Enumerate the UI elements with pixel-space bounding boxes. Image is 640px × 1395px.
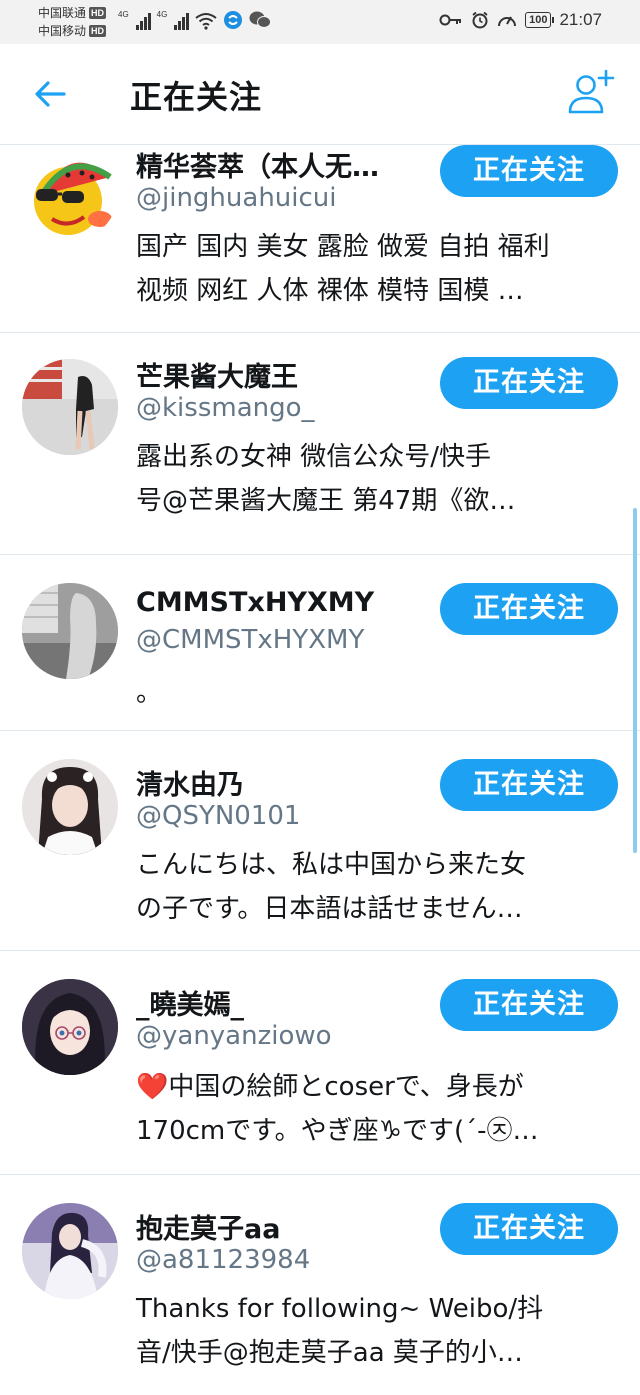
network-type-2: 4G [156, 10, 168, 19]
bio-line: の子です。日本語は話せません… [136, 894, 523, 924]
following-button[interactable]: 正在关注 [440, 357, 618, 409]
battery-icon: 100 [525, 12, 555, 28]
carrier-info: 中国联通 HD 中国移动 HD [38, 4, 107, 40]
network-type-1: 4G [118, 10, 129, 19]
user-list-item[interactable]: 精华荟萃（本人无… @jinghuahuicui 国产 国内 美女 露脸 做爱 … [0, 145, 640, 333]
top-app-bar: 正在关注 [0, 44, 640, 145]
watermelon-emoji-avatar [34, 162, 112, 235]
user-name[interactable]: _曉美嫣_ [136, 983, 244, 1022]
avatar[interactable] [22, 359, 118, 455]
user-bio: 露出系の女神 微信公众号/快手 号@芒果酱大魔王 第47期《欲… [136, 435, 616, 523]
following-list: 精华荟萃（本人无… @jinghuahuicui 国产 国内 美女 露脸 做爱 … [0, 145, 640, 1395]
following-button[interactable]: 正在关注 [440, 583, 618, 635]
avatar[interactable] [22, 1203, 118, 1299]
alarm-icon [472, 11, 488, 29]
app-notification-icon [224, 11, 243, 29]
user-bio: 国产 国内 美女 露脸 做爱 自拍 福利 视频 网红 人体 裸体 模特 国模 … [136, 225, 616, 313]
user-name[interactable]: 抱走莫子aa [136, 1207, 280, 1246]
add-user-icon[interactable] [566, 68, 616, 118]
user-name[interactable]: 精华荟萃（本人无… [136, 145, 379, 184]
bio-line: 露出系の女神 微信公众号/快手 [136, 442, 492, 472]
user-handle: @yanyanziowo [136, 1021, 332, 1051]
bio-line: 170cmです。やぎ座♑です(´-㉨… [136, 1116, 539, 1146]
following-button[interactable]: 正在关注 [440, 145, 618, 197]
user-list-item[interactable]: _曉美嫣_ @yanyanziowo ❤️中国の絵師とcoserで、身長が 17… [0, 951, 640, 1175]
avatar[interactable] [22, 145, 118, 241]
wifi-icon [195, 13, 217, 30]
page-title: 正在关注 [130, 78, 263, 116]
bio-line: 。 [136, 678, 163, 708]
bio-line: こんにちは、私は中国から来た女 [136, 850, 527, 880]
following-button[interactable]: 正在关注 [440, 1203, 618, 1255]
hd-badge: HD [89, 25, 107, 37]
avatar[interactable] [22, 583, 118, 679]
user-bio: Thanks for following~ Weibo/抖 音/快手@抱走莫子a… [136, 1287, 616, 1375]
scrollbar[interactable] [633, 508, 637, 853]
user-handle: @QSYN0101 [136, 801, 301, 831]
user-handle: @kissmango_ [136, 393, 315, 423]
clock: 21:07 [559, 10, 602, 29]
signal-icon [135, 12, 151, 30]
bio-line: Thanks for following~ Weibo/抖 [136, 1294, 544, 1324]
hd-badge: HD [89, 7, 107, 19]
user-handle: @jinghuahuicui [136, 183, 337, 213]
user-handle: @CMMSTxHYXMY [136, 625, 365, 655]
user-list-item[interactable]: CMMSTxHYXMY @CMMSTxHYXMY 。 正在关注 [0, 555, 640, 731]
avatar[interactable] [22, 979, 118, 1075]
photo-avatar [22, 759, 118, 855]
status-right: 100 21:07 [439, 10, 602, 30]
back-arrow-icon[interactable] [30, 74, 70, 114]
user-bio: ❤️中国の絵師とcoserで、身長が 170cmです。やぎ座♑です(´-㉨… [136, 1065, 616, 1153]
wechat-icon [249, 11, 272, 28]
user-handle: @a81123984 [136, 1245, 311, 1275]
user-name[interactable]: CMMSTxHYXMY [136, 587, 374, 618]
signal-indicators: 4G 4G [118, 10, 272, 30]
status-bar: 中国联通 HD 中国移动 HD 4G 4G 100 21:07 [0, 0, 640, 44]
bio-line: 国产 国内 美女 露脸 做爱 自拍 福利 [136, 232, 550, 262]
user-list-item[interactable]: 抱走莫子aa @a81123984 Thanks for following~ … [0, 1175, 640, 1395]
carrier-2: 中国移动 [38, 24, 87, 38]
key-icon [439, 14, 462, 26]
user-list-item[interactable]: 芒果酱大魔王 @kissmango_ 露出系の女神 微信公众号/快手 号@芒果酱… [0, 333, 640, 555]
bio-line: 号@芒果酱大魔王 第47期《欲… [136, 486, 516, 516]
bio-line: 音/快手@抱走莫子aa 莫子的小… [136, 1338, 523, 1368]
user-name[interactable]: 清水由乃 [136, 763, 244, 802]
avatar[interactable] [22, 759, 118, 855]
user-list-item[interactable]: 清水由乃 @QSYN0101 こんにちは、私は中国から来た女 の子です。日本語は… [0, 731, 640, 951]
signal-icon [174, 12, 190, 30]
photo-avatar [22, 583, 118, 679]
user-name[interactable]: 芒果酱大魔王 [136, 355, 298, 394]
bio-line: 视频 网红 人体 裸体 模特 国模 … [136, 276, 524, 306]
user-bio: こんにちは、私は中国から来た女 の子です。日本語は話せません… [136, 843, 616, 931]
carrier-1: 中国联通 [38, 6, 87, 20]
following-button[interactable]: 正在关注 [440, 979, 618, 1031]
photo-avatar [22, 359, 118, 455]
following-button[interactable]: 正在关注 [440, 759, 618, 811]
user-bio: 。 [136, 671, 616, 715]
bio-line: ❤️中国の絵師とcoserで、身長が [136, 1072, 524, 1102]
anime-avatar [22, 979, 118, 1075]
speedometer-icon [498, 16, 517, 27]
photo-avatar [22, 1203, 118, 1299]
